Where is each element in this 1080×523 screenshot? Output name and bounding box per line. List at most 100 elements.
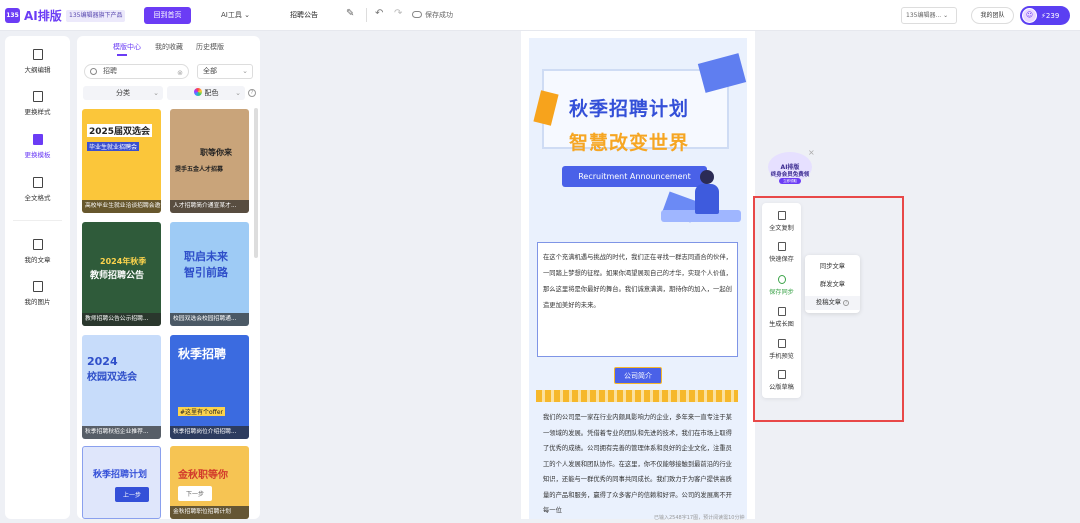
template-card[interactable]: 2024年秋季 教师招聘公告 教师招聘公告公示招聘... [82,222,161,326]
nav-change-template[interactable]: 更换模板 [5,134,70,159]
template-caption: 秋季招聘秋招企业推荐... [82,426,161,439]
nav-label: 我的文章 [24,256,51,264]
save-status: 保存成功 [412,10,453,20]
color-filter[interactable]: 配色 ⌄ [167,86,245,100]
template-title: 秋季招聘计划 [93,470,148,480]
nav-label: 全文格式 [24,194,51,202]
template-caption: 教师招聘公告公示招聘... [82,313,161,326]
long-image-button[interactable]: 生成长图 [762,307,801,328]
prev-step-button[interactable]: 上一步 [115,487,150,502]
nav-outline-edit[interactable]: 大纲编辑 [5,49,70,74]
editor-select-value: 135编辑器... [906,12,942,19]
template-panel: 模版中心 我的收藏 历史模版 招聘 ⊗ 全部 ⌄ 分类 ⌄ 配色 ⌄ ? 2025届双选… [77,36,260,519]
clear-icon[interactable]: ⊗ [177,67,183,80]
chevron-down-icon: ⌄ [943,12,949,19]
redo-icon[interactable]: ↷ [394,8,402,19]
close-icon[interactable]: × [808,148,815,157]
template-card[interactable]: 金秋职等你 下一步 金秋招聘职位招聘计划 [170,446,249,519]
template-card[interactable]: 2025届双选会 毕业生就业招聘会 高校毕业生就业洽谈招聘会邀请... [82,109,161,213]
document-title[interactable]: 招聘公告 [290,10,318,20]
poster-title: 秋季招聘计划 [569,98,690,120]
save-sync-button[interactable]: 保存同步 [762,275,801,296]
my-team-button[interactable]: 我的团队 [971,7,1014,24]
promo-cta[interactable]: 立即领取 [779,178,801,184]
article-preview[interactable]: 秋季招聘计划 智慧改变世界 Recruitment Announcement 在… [529,38,747,519]
cloud-icon [412,11,422,18]
template-title: 2024 [87,355,118,368]
editor-chip[interactable]: 135编辑器旗下产品 [66,10,126,22]
next-step-button[interactable]: 下一步 [178,486,213,501]
edit-title-icon[interactable]: ✎ [346,8,354,19]
word-count: 已输入2548字17图，预计阅读需10分钟 [654,515,745,521]
template-subtitle: 校园双选会 [87,372,137,383]
long-image-icon [777,307,786,316]
submit-article-item[interactable]: 投稿文章? [805,296,860,310]
format-icon [32,177,43,188]
action-label: 手机预览 [769,353,794,360]
template-scrollbar[interactable] [254,108,258,258]
action-label: 快速保存 [769,256,794,263]
category-label: 分类 [116,89,130,97]
template-subtitle: 毕业生就业招聘会 [87,142,140,151]
submit-article-label: 投稿文章 [815,299,842,306]
template-card[interactable]: 职启未来 智引前路 校园双选会校园招聘通... [170,222,249,326]
nav-my-articles[interactable]: 我的文章 [5,239,70,264]
mass-send-item[interactable]: 群发文章 [805,278,860,292]
phone-preview-button[interactable]: 手机预览 [762,339,801,360]
tab-underline [117,54,127,56]
draft-icon [777,370,786,379]
user-menu[interactable]: ☺ ⚡ 239 [1020,6,1070,25]
body-text: 我们的公司是一家在行业内颇具影响力的企业，多年来一直专注于某一领域的发展。凭借着… [543,414,732,514]
logo-icon: 135 [5,8,20,23]
template-search-input[interactable]: 招聘 ⊗ [84,64,189,79]
undo-icon[interactable]: ↶ [375,8,383,19]
copy-icon [777,211,786,220]
editor-select[interactable]: 135编辑器... ⌄ [901,7,957,24]
action-label: 生成长图 [769,321,794,328]
help-icon[interactable]: ? [843,300,850,306]
category-filter[interactable]: 分类 ⌄ [83,86,163,100]
template-title: 2024年秋季 [100,257,147,266]
copy-all-button[interactable]: 全文复制 [762,211,801,232]
back-home-button[interactable]: 回到首页 [144,7,191,24]
app-logo[interactable]: 135 AI排版 [5,7,62,24]
sync-article-item[interactable]: 同步文章 [805,260,860,274]
template-card[interactable]: 职等你来 提手五金人才招募 人才招聘简介通宣某才... [170,109,249,213]
template-icon [32,134,43,145]
template-title: 秋季招聘 [178,347,227,361]
nav-change-style[interactable]: 更换样式 [5,91,70,116]
template-card[interactable]: 秋季招聘计划 上一步 [82,446,161,519]
nav-label: 我的图片 [24,298,51,306]
action-panel: 全文复制 快速保存 保存同步 生成长图 手机预览 公版草稿 [762,203,801,398]
all-filter-select[interactable]: 全部 ⌄ [197,64,253,79]
help-icon[interactable]: ? [248,89,256,97]
tab-my-favorites[interactable]: 我的收藏 [155,42,183,52]
promo-line2: 终身会员免费领 [770,172,810,178]
save-icon [777,242,786,251]
poster-badge: Recruitment Announcement [562,166,707,187]
template-title: 金秋职等你 [178,470,228,481]
ai-tools-menu[interactable]: AI工具 ⌄ [221,10,250,20]
nav-my-images[interactable]: 我的图片 [5,281,70,306]
nav-label: 更换样式 [24,108,51,116]
public-draft-button[interactable]: 公版草稿 [762,370,801,391]
phone-icon [777,339,786,348]
quick-save-button[interactable]: 快速保存 [762,242,801,263]
wechat-icon [777,275,786,284]
template-card[interactable]: 2024 校园双选会 秋季招聘秋招企业推荐... [82,335,161,439]
save-status-text: 保存成功 [425,11,453,19]
nav-full-format[interactable]: 全文格式 [5,177,70,202]
article-icon [32,239,43,250]
tab-template-center[interactable]: 模版中心 [113,42,141,52]
tab-history-templates[interactable]: 历史模版 [196,42,224,52]
action-label: 公版草稿 [769,384,794,391]
image-icon [32,281,43,292]
all-filter-value: 全部 [203,67,217,75]
nav-divider [13,220,62,221]
template-card[interactable]: 秋季招聘 #这里有个offer 秋季招聘岗位介绍招聘... [170,335,249,439]
points-count: 239 [1045,11,1060,20]
poster-subtitle: 智慧改变世界 [569,132,690,154]
template-title: 职启未来 [184,250,228,263]
template-subtitle: #这里有个offer [178,407,225,416]
template-caption: 高校毕业生就业洽谈招聘会邀请... [82,200,161,213]
